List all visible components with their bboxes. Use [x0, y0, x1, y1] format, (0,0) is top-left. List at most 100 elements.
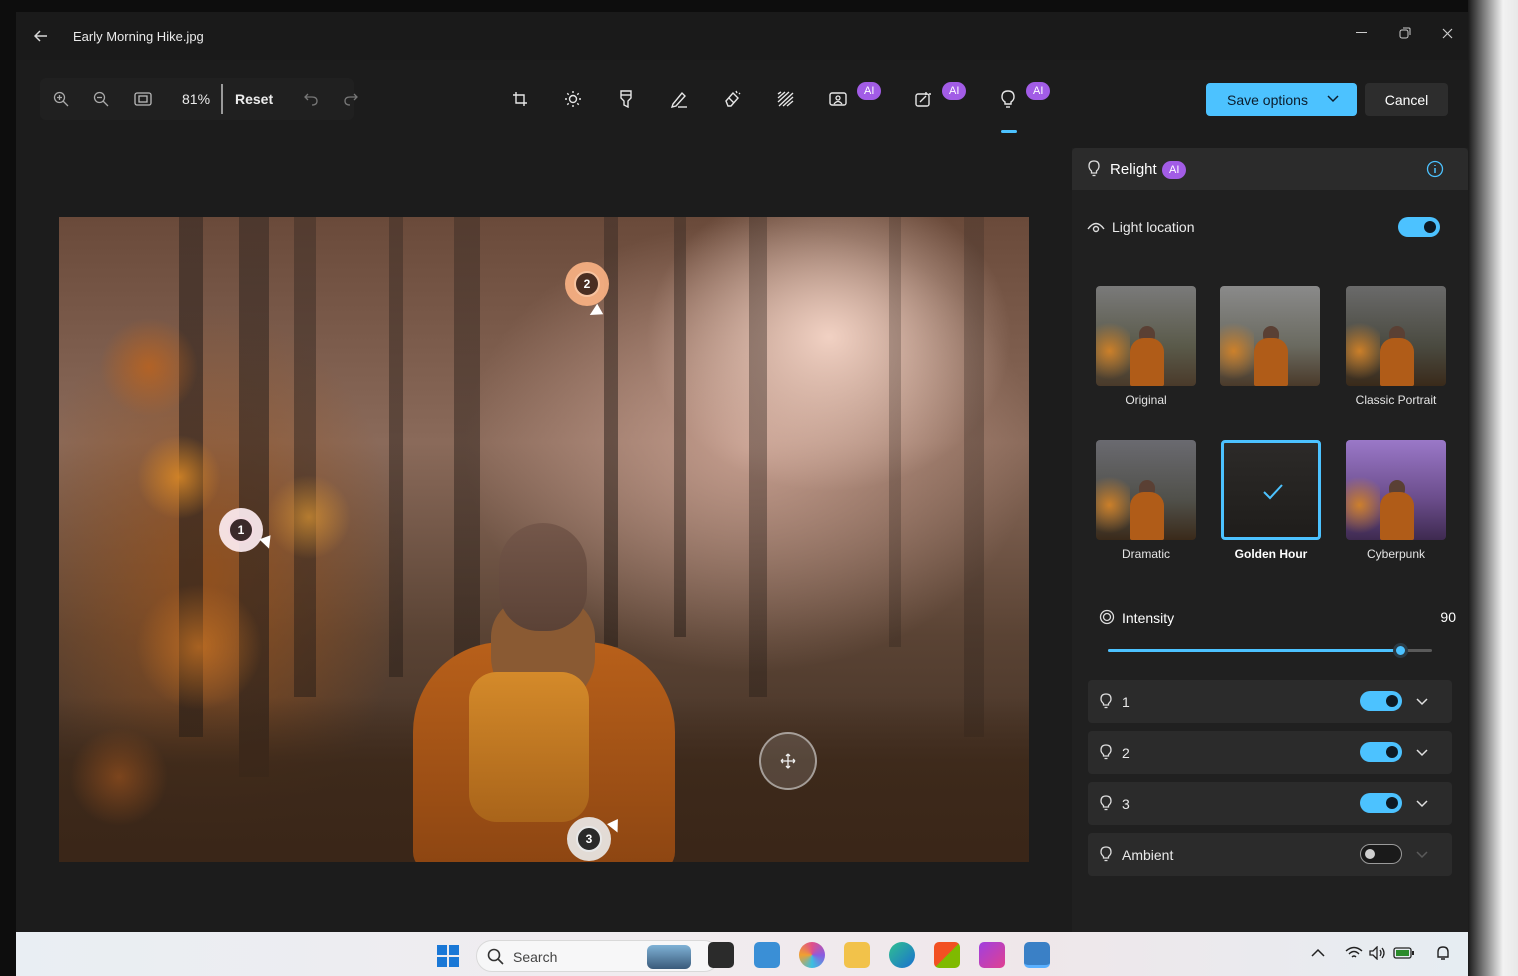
- microsoft-store-icon[interactable]: [934, 942, 960, 968]
- preset-thumbnail: [1346, 286, 1446, 386]
- light-row-3[interactable]: 3: [1088, 782, 1452, 825]
- light-direction-pointer: [586, 303, 604, 321]
- cancel-button[interactable]: Cancel: [1365, 83, 1448, 116]
- preset-dramatic[interactable]: Dramatic: [1096, 440, 1196, 564]
- redo-button[interactable]: [338, 78, 364, 120]
- windows-logo-icon: [437, 945, 459, 967]
- light-handle-1[interactable]: 1: [219, 508, 263, 552]
- adjust-tool[interactable]: [556, 84, 590, 114]
- preset-classic-portrait[interactable]: Classic Portrait: [1346, 286, 1446, 410]
- light-row-label: 2: [1122, 745, 1130, 761]
- photoshop-express-icon[interactable]: [754, 942, 780, 968]
- zoom-level[interactable]: 81%: [182, 91, 210, 107]
- ambient-light-move-handle[interactable]: [759, 732, 817, 790]
- desktop-screen: Early Morning Hike.jpg 81% Reset AI AI A…: [0, 0, 1518, 976]
- light-location-toggle[interactable]: [1398, 217, 1440, 237]
- window-title: Early Morning Hike.jpg: [73, 29, 204, 44]
- light-row-2[interactable]: 2: [1088, 731, 1452, 774]
- preset-golden-hour[interactable]: Golden Hour: [1221, 440, 1321, 564]
- hiker-beanie: [499, 523, 587, 631]
- toggle-knob: [1365, 849, 1375, 859]
- zoom-out-button[interactable]: [86, 78, 116, 120]
- preset-label: Dramatic: [1121, 547, 1170, 561]
- copilot-icon[interactable]: [799, 942, 825, 968]
- preset-cyberpunk[interactable]: Cyberpunk: [1346, 440, 1446, 564]
- intensity-label: Intensity: [1122, 610, 1175, 626]
- relight-title: Relight: [1110, 161, 1157, 178]
- crop-icon: [513, 92, 527, 106]
- taskbar-search-box[interactable]: Search: [476, 940, 720, 972]
- preset-original[interactable]: Original: [1096, 286, 1196, 410]
- chevron-down-icon[interactable]: [1415, 847, 1429, 861]
- edge-icon[interactable]: [889, 942, 915, 968]
- chevron-up-icon[interactable]: [1311, 948, 1325, 958]
- lightbulb-icon: [1088, 160, 1100, 177]
- chevron-down-icon[interactable]: [1415, 694, 1429, 708]
- background-tool[interactable]: [821, 84, 855, 114]
- notification-bell-icon[interactable]: [1435, 945, 1451, 961]
- close-button[interactable]: [1432, 22, 1462, 44]
- fit-screen-icon: [134, 92, 152, 106]
- chevron-down-icon[interactable]: [1415, 745, 1429, 759]
- zoom-in-button[interactable]: [46, 78, 76, 120]
- restore-button[interactable]: [1390, 22, 1420, 44]
- light-location-label: Light location: [1112, 219, 1195, 235]
- volume-icon[interactable]: [1369, 946, 1387, 960]
- file-explorer-icon[interactable]: [844, 942, 870, 968]
- preset-label: Classic Portrait: [1355, 393, 1437, 407]
- intensity-slider[interactable]: [1108, 643, 1432, 658]
- crop-tool[interactable]: [503, 84, 537, 114]
- start-button[interactable]: [437, 945, 459, 972]
- light-row-ambient[interactable]: Ambient: [1088, 833, 1452, 876]
- restore-icon: [1399, 27, 1411, 39]
- photos-app-icon[interactable]: [1024, 942, 1050, 968]
- title-bar: Early Morning Hike.jpg: [16, 12, 1468, 60]
- markup-tool[interactable]: [662, 84, 696, 114]
- preset-thumbnail: [1220, 286, 1320, 386]
- filter-tool[interactable]: [609, 84, 643, 114]
- light-handle-2[interactable]: 2: [565, 262, 609, 306]
- photos-app-window: Early Morning Hike.jpg 81% Reset AI AI A…: [16, 12, 1468, 932]
- photo-preview[interactable]: 1 2 3: [59, 217, 1029, 862]
- light-handle-3[interactable]: 3: [567, 817, 611, 861]
- zoom-divider: [221, 84, 223, 114]
- minimize-button[interactable]: [1346, 22, 1376, 44]
- chevron-down-icon[interactable]: [1415, 796, 1429, 810]
- light-toggle[interactable]: [1360, 793, 1402, 813]
- tree-trunk: [749, 217, 767, 697]
- relight-tool[interactable]: [991, 84, 1025, 114]
- checkmark-icon: [1263, 484, 1283, 500]
- blur-background-tool[interactable]: [768, 84, 802, 114]
- intensity-slider-thumb[interactable]: [1392, 643, 1408, 658]
- battery-icon[interactable]: [1393, 946, 1415, 960]
- search-icon: [487, 948, 504, 965]
- light-toggle[interactable]: [1360, 742, 1402, 762]
- light-toggle[interactable]: [1360, 844, 1402, 864]
- task-view-icon[interactable]: [708, 942, 734, 968]
- copilot-app-icon[interactable]: [979, 942, 1005, 968]
- toggle-knob: [1386, 746, 1398, 758]
- brightness-icon: [565, 91, 581, 107]
- back-arrow-icon: [34, 30, 47, 42]
- fit-to-window-button[interactable]: [128, 78, 158, 120]
- save-options-label: Save options: [1227, 91, 1308, 108]
- wifi-icon[interactable]: [1345, 946, 1363, 960]
- relight-header: Relight AI: [1072, 148, 1468, 190]
- back-button[interactable]: [28, 24, 54, 48]
- erase-icon: [725, 90, 741, 107]
- info-icon[interactable]: [1426, 160, 1444, 178]
- undo-button[interactable]: [298, 78, 324, 120]
- light-row-1[interactable]: 1: [1088, 680, 1452, 723]
- preset-label: Original: [1125, 393, 1167, 407]
- zoom-out-icon: [93, 91, 109, 107]
- restyle-tool[interactable]: [906, 84, 940, 114]
- erase-tool[interactable]: [715, 84, 749, 114]
- lightbulb-icon: [1100, 846, 1112, 862]
- ai-badge: AI: [1162, 161, 1187, 179]
- light-location-row: Light location: [1072, 210, 1468, 244]
- reset-button[interactable]: Reset: [235, 91, 273, 107]
- tree-trunk: [454, 217, 480, 687]
- save-options-button[interactable]: Save options: [1206, 83, 1357, 116]
- preset-2[interactable]: [1220, 286, 1320, 410]
- light-toggle[interactable]: [1360, 691, 1402, 711]
